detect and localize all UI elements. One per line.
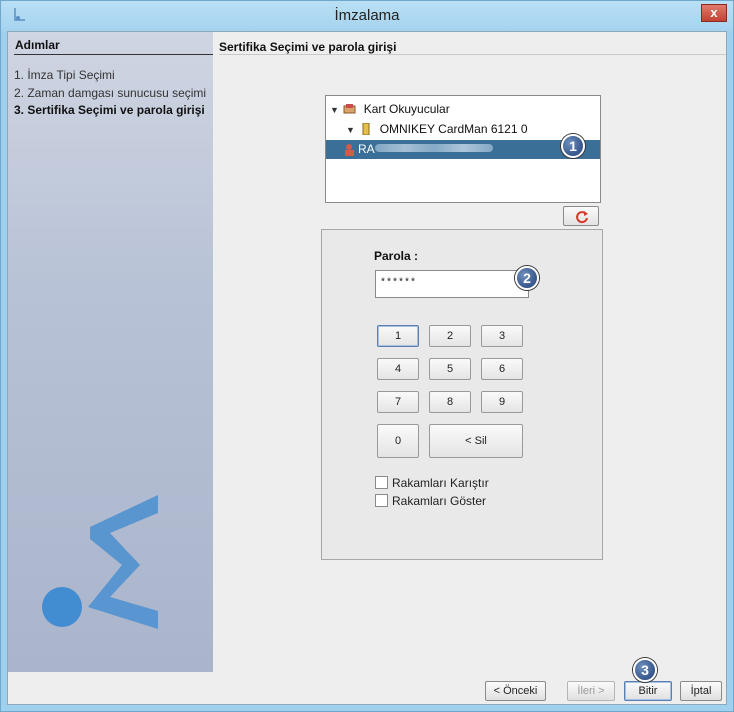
tree-reader-node[interactable]: ▼ OMNIKEY CardMan 6121 0 xyxy=(346,120,528,138)
pin-panel: Parola : ****** 2 1 2 3 4 5 6 7 8 9 0 < … xyxy=(321,229,603,560)
finish-button[interactable]: Bitir xyxy=(624,681,672,701)
brand-logo xyxy=(42,495,158,629)
section-divider xyxy=(219,54,726,55)
key-3[interactable]: 3 xyxy=(481,325,523,347)
key-1[interactable]: 1 xyxy=(377,325,419,347)
step-badge-3: 3 xyxy=(633,658,657,682)
cancel-button[interactable]: İptal xyxy=(680,681,722,701)
shuffle-digits-checkbox[interactable] xyxy=(375,476,388,489)
card-reader-icon xyxy=(343,104,356,114)
show-digits-label: Rakamları Göster xyxy=(392,494,487,508)
expand-arrow-icon[interactable]: ▼ xyxy=(330,101,340,119)
show-digits-option[interactable]: Rakamları Göster xyxy=(375,494,486,508)
show-digits-checkbox[interactable] xyxy=(375,494,388,507)
delete-key[interactable]: < Sil xyxy=(429,424,523,458)
refresh-icon xyxy=(576,211,588,224)
close-button[interactable]: x xyxy=(701,4,727,22)
key-0[interactable]: 0 xyxy=(377,424,419,458)
expand-arrow-icon[interactable]: ▼ xyxy=(346,121,356,139)
key-6[interactable]: 6 xyxy=(481,358,523,380)
certificate-user-icon xyxy=(345,144,354,156)
tree-root-node[interactable]: ▼ Kart Okuyucular xyxy=(330,100,450,118)
key-2[interactable]: 2 xyxy=(429,325,471,347)
signing-window: İmzalama x Adımlar 1. İmza Tipi Seçimi 2… xyxy=(0,0,734,712)
step-item-3-active: 3. Sertifika Seçimi ve parola girişi xyxy=(14,103,205,117)
section-title: Sertifika Seçimi ve parola girişi xyxy=(219,40,397,54)
step-item-1: 1. İmza Tipi Seçimi xyxy=(14,68,115,82)
card-reader-tree[interactable]: ▼ Kart Okuyucular ▼ OMNIKEY CardMan 6121… xyxy=(325,95,601,203)
key-4[interactable]: 4 xyxy=(377,358,419,380)
window-title: İmzalama xyxy=(334,7,400,24)
shuffle-digits-option[interactable]: Rakamları Karıştır xyxy=(375,476,489,490)
tree-root-label: Kart Okuyucular xyxy=(363,102,450,116)
key-9[interactable]: 9 xyxy=(481,391,523,413)
steps-title: Adımlar xyxy=(15,38,60,52)
smartcard-reader-icon xyxy=(362,123,370,135)
certificate-name-prefix: RA xyxy=(358,142,375,156)
wizard-body: Adımlar 1. İmza Tipi Seçimi 2. Zaman dam… xyxy=(7,31,727,705)
step-badge-2: 2 xyxy=(515,266,539,290)
key-7[interactable]: 7 xyxy=(377,391,419,413)
blurred-cert-name xyxy=(374,144,493,152)
certificate-label[interactable]: RA xyxy=(358,141,493,158)
step-badge-1: 1 xyxy=(561,134,585,158)
password-label: Parola : xyxy=(374,249,419,263)
tree-reader-label: OMNIKEY CardMan 6121 0 xyxy=(379,122,528,136)
key-8[interactable]: 8 xyxy=(429,391,471,413)
step-item-2: 2. Zaman damgası sunucusu seçimi xyxy=(14,86,207,100)
password-field[interactable]: ****** xyxy=(375,270,529,298)
key-5[interactable]: 5 xyxy=(429,358,471,380)
previous-button[interactable]: < Önceki xyxy=(485,681,546,701)
title-bar: İmzalama x xyxy=(1,1,733,31)
steps-panel: Adımlar 1. İmza Tipi Seçimi 2. Zaman dam… xyxy=(8,32,213,672)
shuffle-digits-label: Rakamları Karıştır xyxy=(392,476,489,490)
refresh-button[interactable] xyxy=(563,206,599,226)
next-button[interactable]: İleri > xyxy=(567,681,615,701)
steps-divider xyxy=(14,54,213,55)
